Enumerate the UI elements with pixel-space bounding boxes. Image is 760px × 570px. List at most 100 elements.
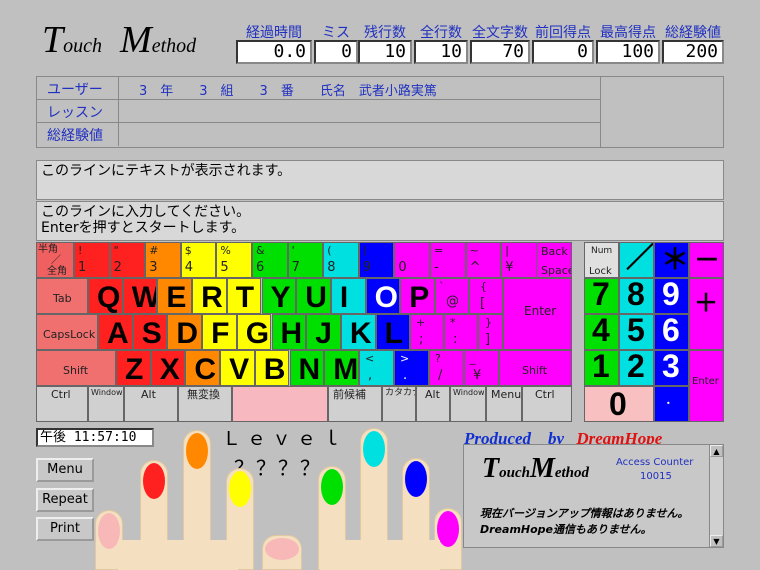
number-key[interactable]: ! 1 xyxy=(74,242,110,278)
tab-key[interactable]: Tab xyxy=(36,278,88,314)
numlock-key[interactable]: Num Lock xyxy=(584,242,619,278)
comma-key[interactable]: <, xyxy=(359,350,394,386)
repeat-button[interactable]: Repeat xyxy=(36,488,94,512)
key-m[interactable]: M xyxy=(324,350,359,386)
shift-left-key[interactable]: Shift xyxy=(36,350,116,386)
number-key[interactable]: ' 7 xyxy=(287,242,324,278)
np-minus-key[interactable]: － xyxy=(689,242,724,278)
np-n4-key[interactable]: 4 xyxy=(584,314,619,350)
backslash-key[interactable]: _ ¥ xyxy=(464,350,499,386)
number-key[interactable]: | ¥ xyxy=(501,242,537,278)
number-key[interactable]: ~ ^ xyxy=(465,242,502,278)
np-n8-key[interactable]: 8 xyxy=(619,278,654,314)
key-label: ; xyxy=(419,332,424,347)
key-j[interactable]: J xyxy=(306,314,341,350)
np-n7-key[interactable]: 7 xyxy=(584,278,619,314)
alt-right-key[interactable]: Alt xyxy=(416,386,450,422)
at-key[interactable]: ` @ xyxy=(435,278,469,314)
key-digit: 7 xyxy=(592,278,610,312)
number-key[interactable]: 0 xyxy=(394,242,430,278)
number-key[interactable]: $4 xyxy=(180,242,217,278)
key-g[interactable]: G xyxy=(236,314,272,350)
katakana-key[interactable]: カタカナ xyxy=(382,386,416,422)
space-key[interactable] xyxy=(232,386,328,422)
key-z[interactable]: Z xyxy=(116,350,151,386)
key-w[interactable]: W xyxy=(122,278,158,314)
number-key[interactable]: = - xyxy=(430,242,466,278)
key-a[interactable]: A xyxy=(98,314,133,350)
shift-right-key[interactable]: Shift xyxy=(499,350,572,386)
np-n1-key[interactable]: 1 xyxy=(584,350,619,386)
key-x[interactable]: X xyxy=(150,350,186,386)
np-n5-key[interactable]: 5 xyxy=(619,314,654,350)
bracket-close-key[interactable]: }] xyxy=(478,314,503,350)
np-n3-key[interactable]: 3 xyxy=(654,350,689,386)
logo-ethod: ethod xyxy=(151,35,197,57)
key-c[interactable]: C xyxy=(185,350,221,386)
key-p[interactable]: P xyxy=(400,278,435,314)
key-k[interactable]: K xyxy=(340,314,376,350)
windows-right-key[interactable]: Windows xyxy=(450,386,486,422)
backspace-key[interactable]: Back Space xyxy=(536,242,572,278)
print-button[interactable]: Print xyxy=(36,517,94,541)
np-enter-key[interactable]: Enter xyxy=(689,350,724,422)
hankaku-key[interactable]: 半角／全角 xyxy=(36,242,74,278)
key-label: Alt xyxy=(425,388,440,401)
key-e[interactable]: E xyxy=(157,278,193,314)
np-n6-key[interactable]: 6 xyxy=(654,314,689,350)
np-slash-key[interactable]: ／ xyxy=(619,242,654,278)
key-s[interactable]: S xyxy=(132,314,168,350)
number-key[interactable]: (8 xyxy=(323,242,359,278)
access-counter-value: 10015 xyxy=(640,471,672,482)
key-letter: J xyxy=(315,317,332,350)
key-i[interactable]: I xyxy=(330,278,366,314)
menu-key[interactable]: Menu xyxy=(486,386,522,422)
period-key[interactable]: >. xyxy=(394,350,429,386)
np-plus-key[interactable]: ＋ xyxy=(689,278,724,350)
number-key[interactable]: ) 9 xyxy=(358,242,395,278)
key-q[interactable]: Q xyxy=(88,278,123,314)
semicolon-key[interactable]: +; xyxy=(410,314,444,350)
key-label: ／ xyxy=(626,242,654,273)
number-key[interactable]: & 6 xyxy=(252,242,288,278)
key-d[interactable]: D xyxy=(167,314,203,350)
slash-key[interactable]: ? / xyxy=(429,350,464,386)
key-o[interactable]: O xyxy=(365,278,401,314)
scroll-down-icon[interactable]: ▼ xyxy=(710,535,723,547)
windows-left-key[interactable]: Windows xyxy=(88,386,124,422)
np-0-key[interactable]: 0 xyxy=(584,386,654,422)
key-h[interactable]: H xyxy=(271,314,307,350)
news-scrollbar[interactable]: ▲ ▼ xyxy=(709,445,723,547)
scroll-up-icon[interactable]: ▲ xyxy=(710,445,723,457)
input-line[interactable]: このラインに入力してください。 Enterを押すとスタートします。 xyxy=(36,201,724,241)
np-n9-key[interactable]: 9 xyxy=(654,278,689,314)
key-b[interactable]: B xyxy=(254,350,290,386)
number-key[interactable]: #3 xyxy=(145,242,181,278)
key-t[interactable]: T xyxy=(226,278,262,314)
key-u[interactable]: U xyxy=(296,278,331,314)
key-v[interactable]: V xyxy=(220,350,255,386)
np-n2-key[interactable]: 2 xyxy=(619,350,654,386)
muhenkan-key[interactable]: 無変換 xyxy=(178,386,232,422)
np-star-key[interactable]: ＊ xyxy=(654,242,689,278)
key-digit: 1 xyxy=(592,350,610,384)
colon-key[interactable]: *: xyxy=(444,314,478,350)
ctrl-left-key[interactable]: Ctrl xyxy=(36,386,88,422)
bracket-key[interactable]: {[ xyxy=(469,278,503,314)
number-key[interactable]: " 2 xyxy=(109,242,146,278)
key-r[interactable]: R xyxy=(192,278,227,314)
np-dot-key[interactable]: ． xyxy=(654,386,689,422)
key-label: カタカナ xyxy=(385,388,415,398)
key-y[interactable]: Y xyxy=(261,278,297,314)
enter-key[interactable]: Enter xyxy=(503,278,572,350)
alt-left-key[interactable]: Alt xyxy=(124,386,178,422)
number-key[interactable]: % 5 xyxy=(216,242,252,278)
zenkouho-key[interactable]: 前候補 xyxy=(328,386,382,422)
key-f[interactable]: F xyxy=(202,314,237,350)
key-n[interactable]: N xyxy=(289,350,325,386)
ctrl-right-key[interactable]: Ctrl xyxy=(522,386,572,422)
menu-button[interactable]: Menu xyxy=(36,458,94,482)
key-l[interactable]: L xyxy=(375,314,411,350)
capslock-key[interactable]: CapsLock xyxy=(36,314,98,350)
key-label: ¥ xyxy=(473,368,482,383)
